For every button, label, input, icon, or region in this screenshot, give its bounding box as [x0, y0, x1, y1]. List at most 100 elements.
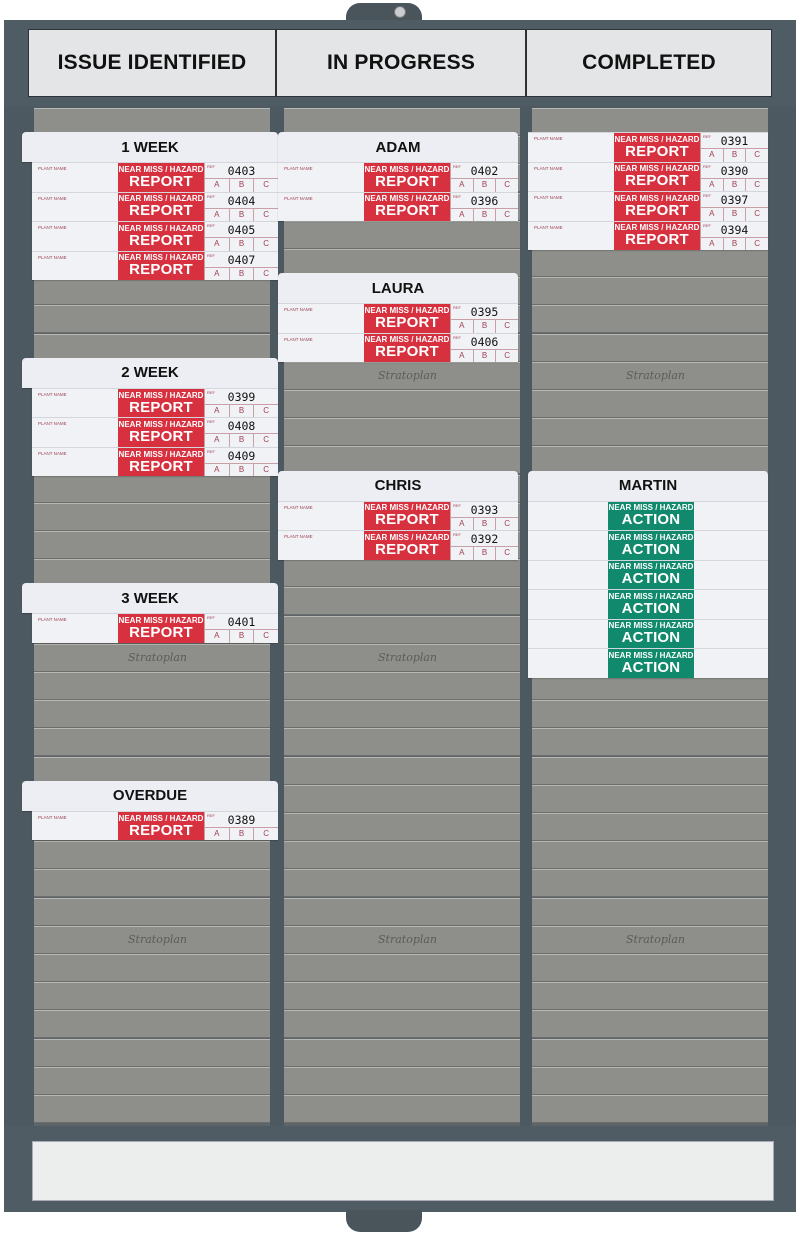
checkbox-b[interactable]: B	[472, 179, 496, 192]
card-slot[interactable]	[34, 700, 270, 729]
card-slot[interactable]	[532, 756, 768, 785]
card-slot[interactable]	[34, 869, 270, 898]
card-slot[interactable]	[284, 1038, 520, 1067]
checkbox-b[interactable]: B	[228, 463, 254, 477]
card-slot[interactable]	[284, 220, 520, 249]
report-card[interactable]: PLANT NAME NEAR MISS / HAZARD REPORT REF 039…	[528, 132, 768, 162]
report-card[interactable]: PLANT NAME NEAR MISS / HAZARD REPORT REF 039…	[278, 303, 518, 333]
card-slot[interactable]	[284, 390, 520, 418]
checkbox-a[interactable]: A	[701, 208, 723, 221]
card-slot[interactable]	[284, 615, 520, 644]
card-slot[interactable]	[284, 954, 520, 982]
card-slot[interactable]	[34, 954, 270, 982]
report-card[interactable]: PLANT NAME NEAR MISS / HAZARD REPORT REF 039…	[278, 530, 518, 560]
checkbox-c[interactable]: C	[253, 267, 278, 281]
checkbox-a[interactable]: A	[205, 179, 229, 192]
checkbox-c[interactable]: C	[745, 237, 768, 251]
card-slot[interactable]	[284, 1010, 520, 1039]
checkbox-c[interactable]: C	[745, 208, 768, 221]
checkbox-a[interactable]: A	[701, 238, 723, 251]
card-slot[interactable]	[34, 897, 270, 926]
checkbox-b[interactable]: B	[228, 827, 254, 841]
checkbox-c[interactable]: C	[253, 630, 278, 643]
checkbox-b[interactable]: B	[228, 267, 254, 281]
checkbox-b[interactable]: B	[722, 178, 746, 192]
card-slot[interactable]	[284, 982, 520, 1011]
action-card[interactable]: NEAR MISS / HAZARD ACTION	[528, 618, 768, 649]
report-card[interactable]: PLANT NAME NEAR MISS / HAZARD REPORT REF 039…	[528, 161, 768, 192]
checkbox-b[interactable]: B	[228, 434, 254, 447]
checkbox-c[interactable]: C	[745, 149, 768, 162]
card-slot[interactable]	[34, 531, 270, 559]
action-card[interactable]: NEAR MISS / HAZARD ACTION	[528, 648, 768, 678]
card-slot[interactable]	[284, 841, 520, 870]
card-slot[interactable]	[532, 813, 768, 841]
checkbox-a[interactable]: A	[451, 547, 473, 560]
checkbox-a[interactable]: A	[451, 350, 473, 363]
card-slot[interactable]	[532, 249, 768, 277]
card-slot[interactable]	[532, 869, 768, 898]
checkbox-a[interactable]: A	[701, 179, 723, 192]
card-slot[interactable]	[532, 784, 768, 813]
checkbox-b[interactable]: B	[472, 517, 496, 531]
checkbox-b[interactable]: B	[472, 349, 496, 363]
checkbox-c[interactable]: C	[253, 238, 278, 251]
card-slot[interactable]	[284, 587, 520, 616]
report-card[interactable]: PLANT NAME NEAR MISS / HAZARD REPORT REF 038…	[32, 810, 278, 841]
report-card[interactable]: PLANT NAME NEAR MISS / HAZARD REPORT REF 040…	[278, 162, 518, 192]
report-card[interactable]: PLANT NAME NEAR MISS / HAZARD REPORT REF 040…	[32, 191, 278, 222]
report-card[interactable]: PLANT NAME NEAR MISS / HAZARD REPORT REF 040…	[32, 221, 278, 251]
card-slot[interactable]	[532, 700, 768, 729]
checkbox-a[interactable]: A	[205, 434, 229, 447]
card-slot[interactable]	[284, 813, 520, 841]
report-card[interactable]: PLANT NAME NEAR MISS / HAZARD REPORT REF 040…	[278, 332, 518, 363]
card-slot[interactable]	[532, 277, 768, 306]
group-header-card[interactable]: MARTIN	[528, 470, 768, 501]
card-slot[interactable]	[284, 672, 520, 700]
checkbox-b[interactable]: B	[722, 149, 746, 162]
group-header-card[interactable]: LAURA	[278, 273, 518, 304]
card-slot[interactable]	[532, 418, 768, 447]
card-slot[interactable]	[532, 333, 768, 362]
checkbox-a[interactable]: A	[205, 630, 229, 643]
action-card[interactable]: NEAR MISS / HAZARD ACTION	[528, 530, 768, 560]
group-header-card[interactable]: CHRIS	[278, 470, 518, 501]
card-slot[interactable]	[532, 1066, 768, 1095]
card-slot[interactable]	[34, 1095, 270, 1123]
checkbox-a[interactable]: A	[205, 405, 229, 418]
checkbox-a[interactable]: A	[205, 828, 229, 841]
action-card[interactable]: NEAR MISS / HAZARD ACTION	[528, 559, 768, 590]
checkbox-c[interactable]: C	[253, 434, 278, 447]
card-slot[interactable]	[532, 897, 768, 926]
checkbox-a[interactable]: A	[701, 149, 723, 162]
checkbox-b[interactable]: B	[472, 320, 496, 333]
checkbox-c[interactable]: C	[495, 349, 518, 363]
checkbox-c[interactable]: C	[253, 179, 278, 192]
card-slot[interactable]	[284, 1066, 520, 1095]
card-slot[interactable]	[532, 390, 768, 418]
checkbox-b[interactable]: B	[472, 547, 496, 560]
checkbox-a[interactable]: A	[451, 209, 473, 222]
card-slot[interactable]	[34, 1038, 270, 1067]
card-slot[interactable]	[532, 841, 768, 870]
action-card[interactable]: NEAR MISS / HAZARD ACTION	[528, 500, 768, 531]
checkbox-c[interactable]: C	[253, 404, 278, 418]
checkbox-c[interactable]: C	[495, 179, 518, 192]
card-slot[interactable]	[284, 700, 520, 729]
report-card[interactable]: PLANT NAME NEAR MISS / HAZARD REPORT REF 039…	[528, 191, 768, 221]
checkbox-c[interactable]: C	[253, 463, 278, 477]
card-slot[interactable]	[532, 728, 768, 757]
checkbox-b[interactable]: B	[722, 237, 746, 251]
card-slot[interactable]	[34, 841, 270, 870]
checkbox-b[interactable]: B	[228, 404, 254, 418]
group-header-card[interactable]: 2 WEEK	[22, 357, 278, 388]
card-slot[interactable]	[532, 1095, 768, 1123]
card-slot[interactable]	[284, 728, 520, 757]
report-card[interactable]: PLANT NAME NEAR MISS / HAZARD REPORT REF 039…	[32, 387, 278, 418]
card-slot[interactable]	[284, 897, 520, 926]
checkbox-b[interactable]: B	[228, 208, 254, 222]
checkbox-a[interactable]: A	[205, 268, 229, 281]
checkbox-a[interactable]: A	[205, 238, 229, 251]
report-card[interactable]: PLANT NAME NEAR MISS / HAZARD REPORT REF 039…	[278, 191, 518, 222]
checkbox-b[interactable]: B	[228, 630, 254, 643]
